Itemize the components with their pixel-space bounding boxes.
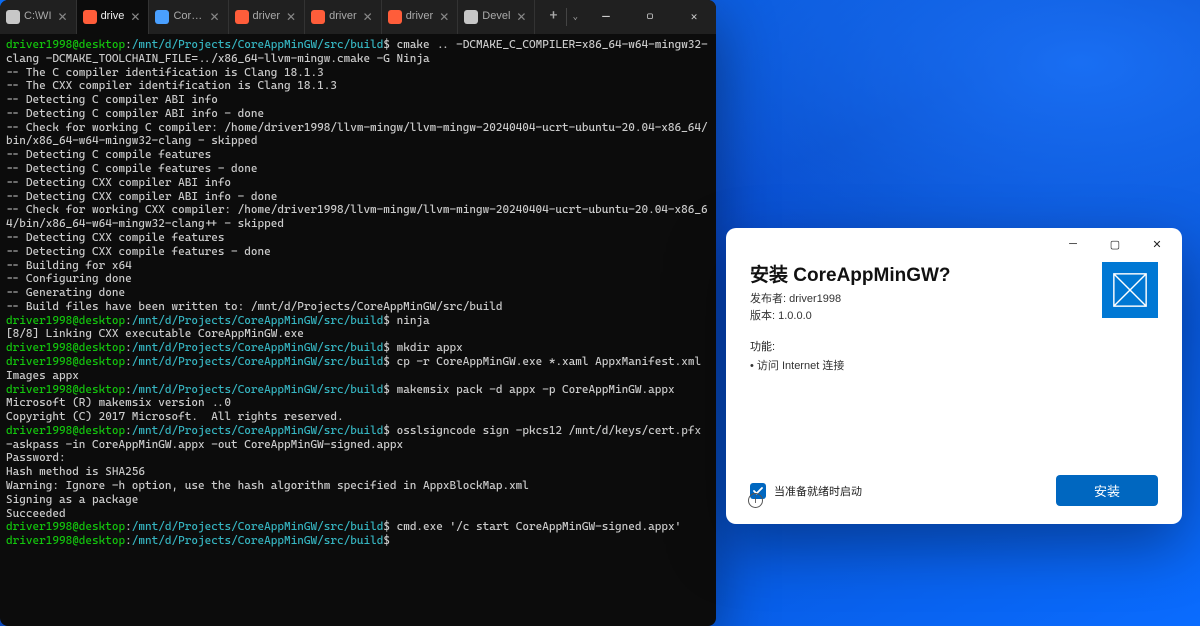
dialog-titlebar: ─ ▢ ✕ — [726, 228, 1182, 260]
window-controls: ─ ▢ ✕ — [584, 0, 716, 34]
tab-label: driver — [406, 10, 434, 23]
capabilities-header: 功能: — [750, 338, 1158, 354]
tab-icon — [388, 10, 402, 24]
tab-close-icon[interactable]: ✕ — [284, 10, 298, 25]
terminal-titlebar: C:\WI✕drive✕CoreA✕driver✕driver✕driver✕D… — [0, 0, 716, 34]
tab-close-icon[interactable]: ✕ — [514, 10, 528, 25]
tab-icon — [311, 10, 325, 24]
prompt-user: driver1998@desktop — [6, 38, 125, 51]
app-icon — [1102, 262, 1158, 318]
tab-dropdown-button[interactable]: ⌄ — [567, 0, 584, 34]
dialog-title: 安装 CoreAppMinGW? — [750, 260, 951, 287]
launch-when-ready-label: 当准备就绪时启动 — [774, 483, 862, 499]
minimize-button[interactable]: ─ — [584, 0, 628, 34]
dialog-close-button[interactable]: ✕ — [1136, 230, 1178, 258]
tab-icon — [83, 10, 97, 24]
terminal-tab-5[interactable]: driver✕ — [382, 0, 459, 34]
cmd-makemsix: makemsix pack -d appx -p CoreAppMinGW.ap… — [397, 383, 675, 396]
terminal-tab-2[interactable]: CoreA ✕ — [149, 0, 228, 34]
tab-close-icon[interactable]: ✕ — [437, 10, 451, 25]
prompt-path: /mnt/d/Projects/CoreAppMinGW/src/build — [132, 38, 384, 51]
tab-label: Devel — [482, 10, 510, 23]
tab-icon — [235, 10, 249, 24]
terminal-body[interactable]: driver1998@desktop:/mnt/d/Projects/CoreA… — [0, 34, 716, 552]
dialog-footer: 当准备就绪时启动 安装 — [726, 461, 1182, 524]
cmd-ninja: ninja — [397, 314, 430, 327]
tab-label: C:\WI — [24, 10, 52, 23]
tab-label: driver — [329, 10, 357, 23]
tab-close-icon[interactable]: ✕ — [207, 10, 221, 25]
cmd-mkdir: mkdir appx — [397, 341, 463, 354]
tab-label: drive — [101, 10, 125, 23]
terminal-tab-3[interactable]: driver✕ — [229, 0, 306, 34]
tab-icon — [155, 10, 169, 24]
terminal-tab-0[interactable]: C:\WI ✕ — [0, 0, 77, 34]
close-button[interactable]: ✕ — [672, 0, 716, 34]
tab-icon — [6, 10, 20, 24]
capability-internet: • 访问 Internet 连接 — [750, 357, 1158, 373]
cmd-start: cmd.exe '/c start CoreAppMinGW-signed.ap… — [397, 520, 682, 533]
version-line: 版本: 1.0.0.0 — [750, 308, 951, 325]
install-button[interactable]: 安装 — [1056, 475, 1158, 506]
info-icon[interactable]: i — [748, 493, 763, 508]
maximize-button[interactable]: ▢ — [628, 0, 672, 34]
terminal-tab-1[interactable]: drive✕ — [77, 0, 150, 34]
terminal-tab-6[interactable]: Devel ✕ — [458, 0, 535, 34]
dialog-maximize-button[interactable]: ▢ — [1094, 230, 1136, 258]
dialog-body: 安装 CoreAppMinGW? 发布者: driver1998 版本: 1.0… — [726, 260, 1182, 461]
tab-label: CoreA — [173, 10, 203, 23]
tab-close-icon[interactable]: ✕ — [128, 10, 142, 25]
install-dialog: ─ ▢ ✕ 安装 CoreAppMinGW? 发布者: driver1998 版… — [726, 228, 1182, 524]
terminal-tab-4[interactable]: driver ✕ — [305, 0, 382, 34]
tab-icon — [464, 10, 478, 24]
terminal-window: C:\WI✕drive✕CoreA✕driver✕driver✕driver✕D… — [0, 0, 716, 626]
package-icon — [1111, 271, 1149, 309]
tab-label: driver — [253, 10, 281, 23]
tab-close-icon[interactable]: ✕ — [361, 10, 375, 25]
new-tab-button[interactable]: + — [541, 0, 565, 34]
tab-close-icon[interactable]: ✕ — [56, 10, 70, 25]
dialog-minimize-button[interactable]: ─ — [1052, 230, 1094, 258]
publisher-line: 发布者: driver1998 — [750, 291, 951, 308]
tab-strip: C:\WI✕drive✕CoreA✕driver✕driver✕driver✕D… — [0, 0, 541, 34]
